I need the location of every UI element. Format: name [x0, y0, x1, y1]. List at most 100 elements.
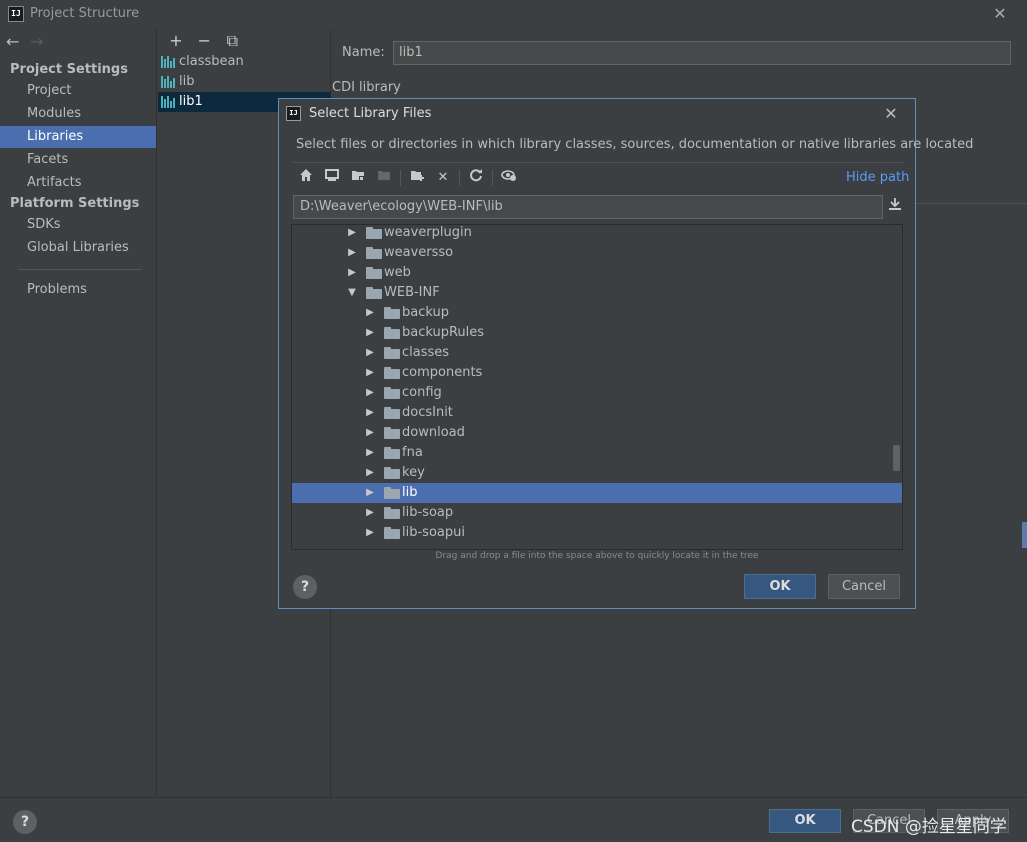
tree-row[interactable]: ▶ config [292, 383, 902, 403]
collapsed-arrow-icon[interactable]: ▶ [364, 423, 376, 443]
collapsed-arrow-icon[interactable]: ▶ [364, 403, 376, 423]
tree-row[interactable]: ▶ backupRules [292, 323, 902, 343]
library-icon [161, 76, 175, 88]
remove-icon[interactable]: − [192, 31, 216, 50]
settings-sidebar: ← → Project Settings Project Modules Lib… [0, 29, 157, 797]
tree-row[interactable]: ▶ key [292, 463, 902, 483]
tree-row[interactable]: ▶ lib-soapui [292, 523, 902, 543]
tree-row[interactable]: ▼ WEB-INF [292, 283, 902, 303]
help-button[interactable]: ? [13, 810, 37, 834]
show-hidden-icon[interactable] [499, 168, 519, 188]
refresh-icon[interactable] [466, 168, 486, 188]
detail-scroll-indicator[interactable] [1022, 522, 1027, 548]
tree-item-label: backupRules [402, 325, 485, 340]
folder-icon [384, 307, 400, 319]
file-tree[interactable]: ▶ weaverplugin ▶ weaversso ▶ web ▼ WEB-INF ▶ back… [291, 224, 903, 550]
csdn-watermark: CSDN @捡星星同学 [851, 817, 1007, 837]
folder-icon [384, 447, 400, 459]
tree-row[interactable]: ▶ classes [292, 343, 902, 363]
expanded-arrow-icon[interactable]: ▼ [346, 283, 358, 303]
delete-icon[interactable]: ✕ [433, 168, 453, 188]
desktop-icon[interactable] [322, 168, 342, 188]
add-icon[interactable]: + [164, 31, 188, 50]
tree-row[interactable]: ▶ weaversso [292, 243, 902, 263]
collapsed-arrow-icon[interactable]: ▶ [364, 503, 376, 523]
home-icon[interactable] [296, 168, 316, 188]
tree-row[interactable]: ▶ weaverplugin [292, 225, 902, 243]
sidebar-item-global-libraries[interactable]: Global Libraries [0, 237, 156, 259]
path-field[interactable]: D:\Weaver\ecology\WEB-INF\lib [293, 195, 883, 219]
collapsed-arrow-icon[interactable]: ▶ [364, 343, 376, 363]
close-icon[interactable]: ✕ [990, 5, 1010, 23]
tree-scrollbar-thumb[interactable] [893, 445, 900, 471]
collapsed-arrow-icon[interactable]: ▶ [364, 363, 376, 383]
tree-item-label: key [402, 465, 425, 480]
library-label: lib1 [179, 94, 203, 109]
folder-icon [384, 427, 400, 439]
ok-button[interactable]: OK [744, 574, 816, 599]
tree-item-label: WEB-INF [384, 285, 440, 300]
sidebar-item-artifacts[interactable]: Artifacts [0, 172, 156, 194]
tree-item-label: classes [402, 345, 450, 360]
tree-item-label: components [402, 365, 483, 380]
tree-item-label: docsInit [402, 405, 453, 420]
tree-row[interactable]: ▶ web [292, 263, 902, 283]
dialog-description: Select files or directories in which lib… [296, 137, 974, 152]
tree-row[interactable]: ▶ download [292, 423, 902, 443]
collapsed-arrow-icon[interactable]: ▶ [364, 383, 376, 403]
tree-row[interactable]: ▶ fna [292, 443, 902, 463]
new-folder-icon[interactable] [407, 168, 427, 188]
collapsed-arrow-icon[interactable]: ▶ [364, 483, 376, 503]
collapsed-arrow-icon[interactable]: ▶ [364, 443, 376, 463]
dialog-divider [292, 162, 903, 163]
cdi-library-label: CDI library [332, 80, 401, 95]
sidebar-item-facets[interactable]: Facets [0, 149, 156, 171]
back-arrow-icon[interactable]: ← [6, 32, 26, 51]
cancel-button[interactable]: Cancel [828, 574, 900, 599]
hide-path-link[interactable]: Hide path [846, 170, 909, 185]
folder-icon [384, 507, 400, 519]
folder-icon [384, 487, 400, 499]
collapsed-arrow-icon[interactable]: ▶ [346, 243, 358, 263]
tree-row[interactable]: ▶ components [292, 363, 902, 383]
copy-icon[interactable]: ⧉ [220, 31, 244, 51]
detail-divider [916, 203, 1027, 204]
module-folder-icon[interactable] [374, 168, 394, 188]
library-name-field[interactable]: lib1 [393, 41, 1011, 65]
sidebar-item-sdks[interactable]: SDKs [0, 214, 156, 236]
forward-arrow-icon[interactable]: → [30, 32, 50, 51]
sidebar-item-modules[interactable]: Modules [0, 103, 156, 125]
project-folder-icon[interactable] [348, 168, 368, 188]
library-icon [161, 96, 175, 108]
toolbar-separator [400, 170, 401, 186]
collapsed-arrow-icon[interactable]: ▶ [364, 323, 376, 343]
folder-icon [384, 527, 400, 539]
collapsed-arrow-icon[interactable]: ▶ [364, 303, 376, 323]
drag-drop-hint: Drag and drop a file into the space abov… [435, 551, 759, 561]
folder-icon [366, 267, 382, 279]
tree-row[interactable]: ▶ docsInit [292, 403, 902, 423]
collapsed-arrow-icon[interactable]: ▶ [364, 463, 376, 483]
main-button-bar: ? OK Cancel Apply CSDN @捡星星同学 [0, 797, 1027, 842]
tree-row[interactable]: ▶ lib-soap [292, 503, 902, 523]
folder-icon [384, 387, 400, 399]
tree-row[interactable]: ▶ lib [292, 483, 902, 503]
name-label: Name: [342, 45, 385, 60]
collapsed-arrow-icon[interactable]: ▶ [346, 263, 358, 283]
library-icon [161, 56, 175, 68]
library-item-lib[interactable]: lib [158, 72, 331, 92]
library-item-classbean[interactable]: classbean [158, 52, 331, 72]
help-button[interactable]: ? [293, 575, 317, 599]
ok-button[interactable]: OK [769, 809, 841, 833]
sidebar-item-libraries[interactable]: Libraries [0, 126, 156, 148]
collapsed-arrow-icon[interactable]: ▶ [364, 523, 376, 543]
window-title: Project Structure [30, 6, 140, 21]
collapsed-arrow-icon[interactable]: ▶ [346, 225, 358, 243]
sidebar-item-problems[interactable]: Problems [0, 279, 156, 301]
close-icon[interactable]: ✕ [880, 104, 902, 124]
toolbar-separator [492, 170, 493, 186]
sidebar-item-project[interactable]: Project [0, 80, 156, 102]
tree-row[interactable]: ▶ backup [292, 303, 902, 323]
download-icon[interactable] [885, 195, 905, 219]
libraries-toolbar: + − ⧉ [164, 31, 244, 51]
